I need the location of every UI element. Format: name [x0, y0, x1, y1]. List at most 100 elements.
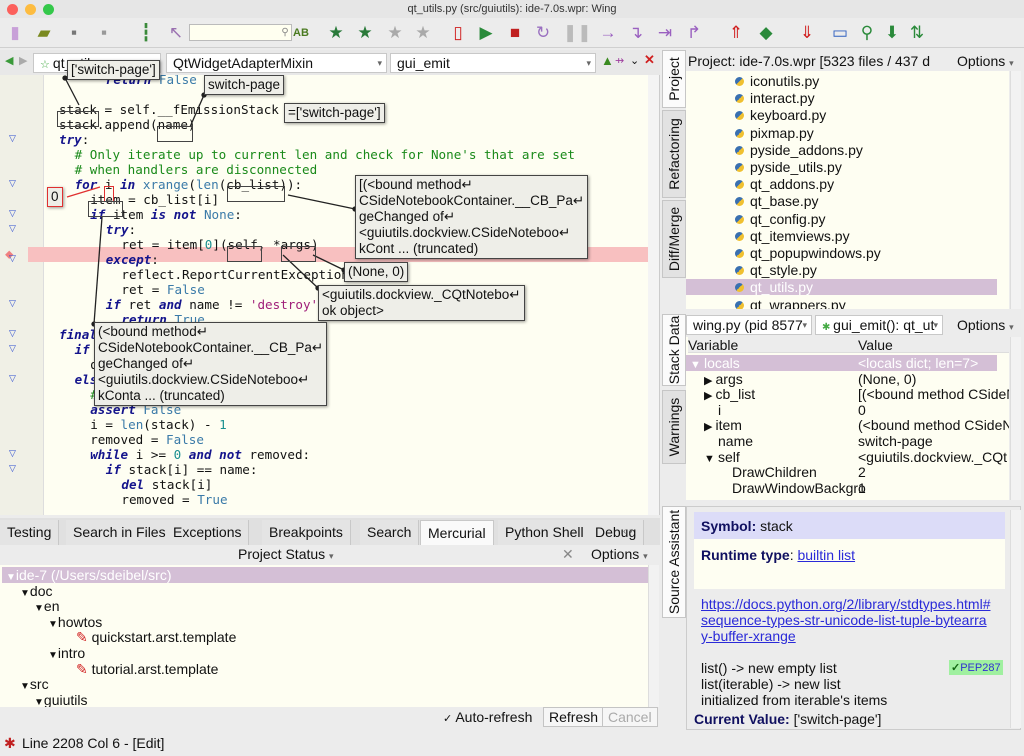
clear-icon[interactable]: ✕ [562, 546, 574, 563]
pep-badge[interactable]: ✓PEP287 [949, 660, 1003, 675]
doc-url-link[interactable]: https://docs.python.org/2/library/stdtyp… [701, 596, 990, 644]
tab-diff-merge[interactable]: Diff/Merge [662, 200, 686, 278]
project-file-item[interactable]: qt_itemviews.py [686, 228, 997, 244]
method-combo[interactable]: gui_emit ▾ [390, 53, 596, 73]
download-icon[interactable]: ⬇ [882, 23, 902, 43]
stop-icon[interactable]: ■ [505, 23, 525, 43]
stack-scrollbar[interactable] [1010, 337, 1021, 500]
tree-scrollbar[interactable] [648, 565, 659, 707]
column-header-value[interactable]: Value [858, 337, 893, 353]
project-file-item[interactable]: qt_addons.py [686, 176, 997, 192]
pin-icon[interactable]: ⇸ [615, 54, 624, 67]
process-combo[interactable]: wing.py (pid 8577 ▾ [686, 315, 812, 335]
tab-debug[interactable]: Debug [588, 520, 645, 545]
project-file-item[interactable]: iconutils.py [686, 73, 997, 89]
back-icon[interactable]: ◀ [5, 54, 13, 67]
tree-item[interactable]: ▼intro [2, 645, 648, 661]
tab-stack-data[interactable]: Stack Data [662, 314, 686, 386]
tree-item[interactable]: ✎ quickstart.arst.template [2, 629, 648, 645]
step-into-icon[interactable]: → [598, 23, 618, 43]
stack-row[interactable]: ▶ cb_list [(<bound method CSideN [686, 386, 1009, 402]
project-status-dropdown[interactable]: Project Status ▾ [238, 546, 334, 562]
tab-project[interactable]: Project [662, 50, 686, 108]
zoom-window-button[interactable] [43, 4, 54, 15]
stack-options-menu[interactable]: Options ▾ [957, 317, 1014, 333]
stack-row[interactable]: ▼ locals <locals dict; len=7> [686, 355, 997, 371]
auto-refresh-checkbox[interactable]: ✓ Auto-refresh [443, 709, 532, 725]
zoom-icon[interactable]: ⚲ [857, 23, 877, 43]
expand-toggle-icon[interactable]: ▼ [704, 453, 718, 465]
project-file-item[interactable]: qt_base.py [686, 193, 997, 209]
run-icon[interactable]: ▶ [476, 23, 496, 43]
warning-icon[interactable]: ▲ [601, 53, 614, 68]
tree-item[interactable]: ✎ tutorial.arst.template [2, 661, 648, 677]
tree-item[interactable]: ▼ide-7 (/Users/sdeibel/src) [2, 567, 648, 583]
expand-toggle-icon[interactable]: ▶ [704, 390, 716, 402]
stack-row[interactable]: name switch-page [686, 433, 997, 449]
pause-icon[interactable]: ❚❚ [563, 23, 592, 43]
stack-data-table[interactable]: Variable Value ▼ locals <locals dict; len… [686, 337, 1009, 500]
spellcheck-icon[interactable]: AB [291, 23, 311, 43]
stack-row[interactable]: ▶ args (None, 0) [686, 371, 997, 387]
tree-item[interactable]: ▼src [2, 676, 648, 692]
tab-testing[interactable]: Testing [0, 520, 60, 545]
bookmark-next-icon[interactable]: ★ [413, 23, 433, 43]
down-stack-icon[interactable]: ⇓ [797, 23, 817, 43]
tab-python-shell[interactable]: Python Shell [498, 520, 592, 545]
project-file-item[interactable]: pyside_utils.py [686, 159, 997, 175]
project-file-item[interactable]: qt_popupwindows.py [686, 245, 997, 261]
stack-row[interactable]: i0 [686, 402, 997, 418]
up-stack-icon[interactable]: ⇑ [726, 23, 746, 43]
bookmark-prev-icon[interactable]: ★ [385, 23, 405, 43]
project-file-item[interactable]: qt_style.py [686, 262, 997, 278]
step-over-icon[interactable]: ↴ [626, 23, 646, 43]
save-icon[interactable]: ▪ [64, 23, 84, 43]
project-file-tree[interactable]: iconutils.py interact.py keyboard.py pixmap… [686, 71, 1009, 309]
project-file-item[interactable]: keyboard.py [686, 107, 997, 123]
stack-row[interactable]: ▼ self <guiutils.dockview._CQt [686, 449, 1007, 465]
monitor-icon[interactable]: ▭ [830, 23, 850, 43]
tab-warnings[interactable]: Warnings [662, 390, 686, 464]
step-return-icon[interactable]: ↱ [684, 23, 704, 43]
stack-row[interactable]: DrawWindowBackgro 1 [686, 480, 997, 496]
new-file-icon[interactable]: ▮ [5, 23, 25, 43]
project-file-item[interactable]: qt_config.py [686, 211, 997, 227]
cancel-button[interactable]: Cancel [602, 707, 658, 727]
frame-icon[interactable]: ◆ [756, 23, 776, 43]
column-header-variable[interactable]: Variable [688, 337, 738, 353]
indent-icon[interactable]: ┇ [136, 23, 156, 43]
stack-row[interactable]: ▶ item (<bound method CSideN [686, 417, 1009, 433]
tree-item[interactable]: ▼en [2, 598, 648, 614]
close-icon[interactable]: ✕ [644, 52, 655, 68]
class-combo[interactable]: QtWidgetAdapterMixin ▾ [166, 53, 387, 73]
restart-icon[interactable]: ↻ [533, 23, 553, 43]
project-status-tree[interactable]: ▼ide-7 (/Users/sdeibel/src) ▼doc ▼en ▼howto… [0, 565, 648, 707]
project-file-item[interactable]: pyside_addons.py [686, 142, 997, 158]
project-file-item[interactable]: pixmap.py [686, 125, 997, 141]
close-window-button[interactable] [7, 4, 18, 15]
step-out-icon[interactable]: ⇥ [655, 23, 675, 43]
project-options-menu[interactable]: Options ▾ [957, 53, 1014, 69]
expand-toggle-icon[interactable]: ▶ [704, 375, 716, 387]
stack-row[interactable]: DrawChildren 2 [686, 464, 997, 480]
expand-toggle-icon[interactable]: ▶ [704, 421, 716, 433]
refresh-button[interactable]: Refresh [543, 707, 605, 727]
assistant-scrollbar[interactable] [1010, 510, 1021, 728]
frame-combo[interactable]: ✱ gui_emit(): qt_ut ▾ [815, 315, 943, 335]
tab-refactoring[interactable]: Refactoring [662, 110, 686, 198]
forward-icon[interactable]: ▶ [19, 54, 27, 67]
tab-exceptions[interactable]: Exceptions [166, 520, 250, 545]
project-file-item[interactable]: qt_utils.py [686, 279, 997, 296]
tab-search-in-files[interactable]: Search in Files [66, 520, 174, 545]
sync-icon[interactable]: ⇅ [907, 23, 927, 43]
tree-item[interactable]: ▼guiutils [2, 692, 648, 707]
runtime-type-link[interactable]: builtin list [797, 547, 855, 563]
tab-mercurial[interactable]: Mercurial [420, 520, 494, 545]
tree-item[interactable]: ▼howtos [2, 614, 648, 630]
bookmark-goto-icon[interactable]: ★ [355, 23, 375, 43]
minimize-window-button[interactable] [25, 4, 36, 15]
open-folder-icon[interactable]: ▰ [34, 23, 54, 43]
goto-icon[interactable]: ↖ [166, 23, 186, 43]
expand-toggle-icon[interactable]: ▼ [690, 359, 704, 371]
tab-search[interactable]: Search [360, 520, 420, 545]
